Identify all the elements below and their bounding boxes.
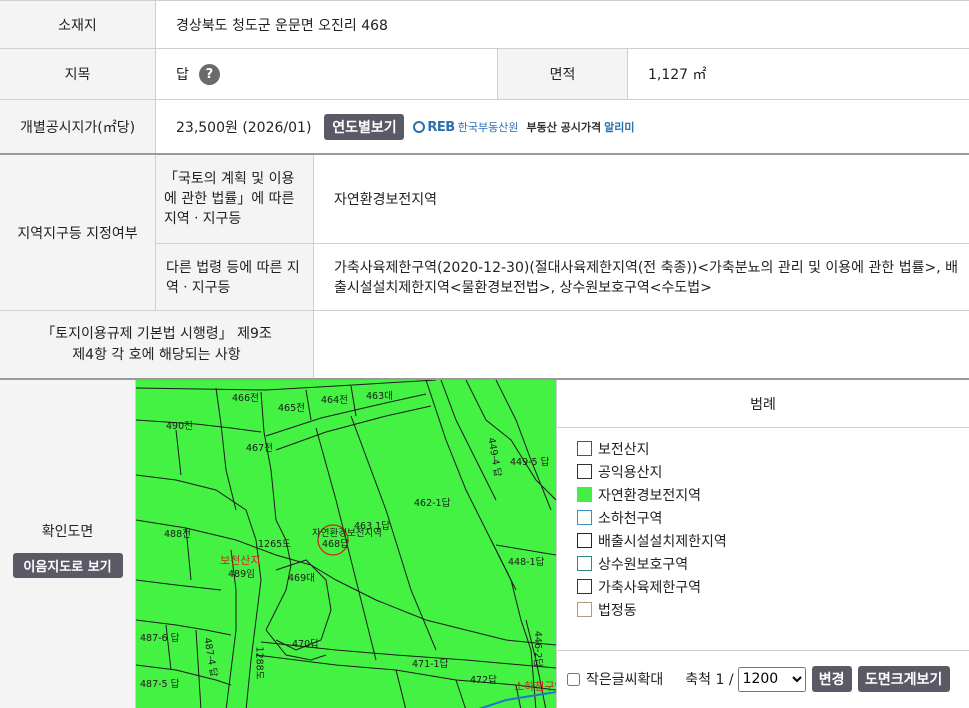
price-value: 23,500원 (2026/01)	[176, 120, 312, 136]
map-label: 448-1답	[508, 557, 545, 568]
legend-item: 가축사육제한구역	[577, 575, 969, 598]
map-label: 1288도	[253, 646, 265, 680]
national-law-value: 자연환경보전지역	[334, 192, 438, 208]
price-label: 개별공시지가(㎡당)	[0, 100, 156, 154]
map-label: 466전	[232, 393, 259, 404]
regulation-row: 「토지이용규제 기본법 시행령」 제9조 제4항 각 호에 해당되는 사항	[0, 310, 969, 379]
legend-swatch	[577, 441, 592, 456]
national-law-label: 「국토의 계획 및 이용에 관한 법률」에 따른 지역ㆍ지구등	[156, 155, 314, 243]
reb-logo-mark: REB	[427, 119, 455, 135]
legend-swatch	[577, 510, 592, 525]
map-label: 467전	[246, 443, 273, 454]
map-label: 488전	[164, 529, 191, 540]
legend-label: 보전산지	[598, 441, 650, 458]
reb-logo-accent: 알리미	[604, 121, 635, 134]
zoning-label: 지역지구등 지정여부	[0, 155, 156, 311]
legend-item: 법정동	[577, 598, 969, 621]
scale-select[interactable]: 1200	[737, 666, 806, 692]
legend-item: 공익용산지	[577, 460, 969, 483]
legend-label: 소하천구역	[598, 510, 663, 527]
reb-logo-icon	[413, 121, 426, 133]
legend-item: 상수원보호구역	[577, 552, 969, 575]
reb-logo-org: 한국부동산원	[457, 121, 519, 134]
map-section-label-cell: 확인도면 이음지도로 보기	[0, 380, 136, 708]
other-law-label: 다른 법령 등에 따른 지역ㆍ지구등	[156, 244, 314, 311]
legend-item: 배출시설설치제한지역	[577, 529, 969, 552]
price-cell: 23,500원 (2026/01) 연도별보기 REB 한국부동산원 부동산 공…	[176, 100, 635, 154]
legend-swatch	[577, 464, 592, 479]
small-text-checkbox[interactable]	[567, 672, 580, 686]
enlarge-map-button[interactable]: 도면크게보기	[857, 666, 950, 692]
map-label: 487-5 답	[140, 679, 180, 690]
map-label: 449-5 답	[510, 457, 550, 468]
small-text-label[interactable]: 작은글씨확대	[586, 669, 663, 689]
yearly-view-button[interactable]: 연도별보기	[324, 114, 405, 140]
legend-label: 가축사육제한구역	[598, 579, 702, 596]
legend-swatch	[577, 487, 592, 502]
map-label: 468답	[322, 539, 349, 550]
price-row: 개별공시지가(㎡당) 23,500원 (2026/01) 연도별보기 REB 한…	[0, 99, 969, 154]
location-label: 소재지	[0, 1, 156, 49]
map-label: 471-1답	[412, 659, 449, 670]
reb-logo[interactable]: REB 한국부동산원 부동산 공시가격 알리미	[413, 119, 635, 135]
scale-label: 축척 1 /	[685, 672, 734, 688]
legend-title: 범례	[557, 380, 969, 428]
area-value: 1,127 ㎡	[648, 67, 707, 83]
legend-label: 법정동	[598, 602, 637, 619]
legend-label: 공익용산지	[598, 464, 663, 481]
legend-swatch	[577, 533, 592, 548]
land-category-label: 지목	[0, 49, 156, 99]
other-law-value: 가축사육제한구역(2020-12-30)(절대사육제한지역(전 축종))<가축분…	[334, 259, 958, 296]
legend-swatch	[577, 556, 592, 571]
area-label: 면적	[497, 49, 628, 99]
map-label: 470답	[292, 639, 319, 650]
legend-swatch	[577, 579, 592, 594]
regulation-label: 「토지이용규제 기본법 시행령」 제9조 제4항 각 호에 해당되는 사항	[0, 311, 314, 379]
legend-panel: 범례 보전산지 공익용산지 자연환경보전지역 소하천구역 배출시설설치제한지역 …	[556, 380, 969, 708]
location-value: 경상북도 청도군 운문면 오진리 468	[176, 18, 388, 34]
category-row: 지목 답 ? 면적 1,127 ㎡	[0, 48, 969, 99]
land-category-value: 답	[176, 67, 189, 83]
parcel-map[interactable]: 466전 465전 464전 463대 490전 467전 449-4 답 44…	[136, 380, 556, 708]
map-controls: 작은글씨확대 축척 1 / 1200 변경 도면크게보기	[567, 664, 965, 694]
legend-label: 상수원보호구역	[598, 556, 689, 573]
legend-item: 소하천구역	[577, 506, 969, 529]
legend-swatch	[577, 602, 592, 617]
map-label: 487-6 답	[140, 633, 180, 644]
location-row: 소재지 경상북도 청도군 운문면 오진리 468	[0, 0, 969, 49]
zoning-row: 지역지구등 지정여부 「국토의 계획 및 이용에 관한 법률」에 따른 지역ㆍ지…	[0, 153, 969, 311]
map-label: 소하천구역	[514, 680, 556, 693]
map-label: 472답	[470, 675, 497, 686]
legend-footer-divider	[557, 650, 969, 651]
map-label: 490전	[166, 421, 193, 432]
legend-item: 자연환경보전지역	[577, 483, 969, 506]
change-scale-button[interactable]: 변경	[811, 666, 852, 692]
map-label: 446-2답	[532, 630, 544, 668]
map-label: 462-1답	[414, 498, 451, 509]
map-label: 465전	[278, 403, 305, 414]
reb-logo-text: 부동산 공시가격	[526, 121, 602, 134]
map-label: 1265도	[258, 539, 291, 550]
map-label: 464전	[321, 395, 348, 406]
help-icon[interactable]: ?	[198, 63, 220, 85]
map-label: 463대	[366, 391, 393, 402]
land-category-cell: 답 ?	[176, 49, 220, 99]
legend-label: 배출시설설치제한지역	[598, 533, 727, 550]
map-section-label: 확인도면	[41, 523, 94, 540]
map-section: 확인도면 이음지도로 보기 466전 465전 464전 463대 490전 4…	[0, 378, 969, 708]
map-label: 469대	[288, 573, 315, 584]
eum-map-button[interactable]: 이음지도로 보기	[12, 552, 123, 578]
map-label: 489임	[228, 569, 255, 580]
legend-list: 보전산지 공익용산지 자연환경보전지역 소하천구역 배출시설설치제한지역 상수원…	[557, 428, 969, 621]
legend-item: 보전산지	[577, 437, 969, 460]
legend-label: 자연환경보전지역	[598, 487, 702, 504]
